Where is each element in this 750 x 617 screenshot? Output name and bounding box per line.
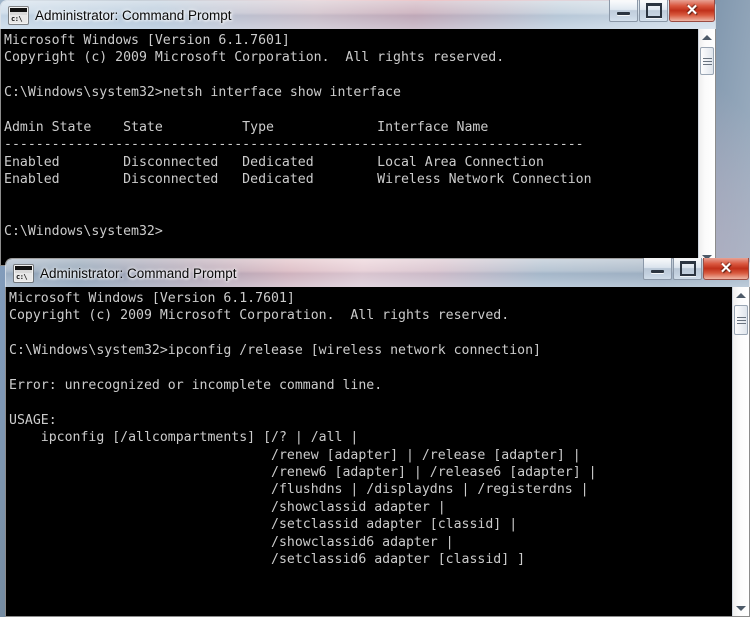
- chevron-up-icon: [736, 292, 746, 298]
- scroll-up-button[interactable]: [733, 287, 749, 303]
- window-titlebar[interactable]: c:\ Administrator: Command Prompt: [5, 258, 750, 287]
- maximize-button[interactable]: [639, 0, 668, 22]
- command-prompt-icon-glyph: c:\: [10, 14, 27, 23]
- chevron-up-icon: [702, 34, 712, 40]
- maximize-icon: [645, 3, 662, 18]
- console-output-area[interactable]: Microsoft Windows [Version 6.1.7601] Cop…: [1, 29, 698, 265]
- command-prompt-icon: c:\: [9, 6, 28, 24]
- minimize-icon: [617, 12, 630, 15]
- caption-buttons[interactable]: ✕: [609, 0, 715, 22]
- close-icon: ✕: [685, 2, 699, 19]
- close-button[interactable]: ✕: [703, 258, 749, 280]
- maximize-button[interactable]: [673, 258, 702, 280]
- scroll-up-button[interactable]: [699, 29, 715, 45]
- command-prompt-window-netsh[interactable]: c:\ Administrator: Command Prompt ✕ Micr…: [0, 0, 716, 266]
- console-text: Microsoft Windows [Version 6.1.7601] Cop…: [9, 291, 597, 568]
- scroll-down-button[interactable]: [733, 600, 749, 616]
- command-prompt-icon: c:\: [14, 264, 33, 282]
- minimize-icon: [651, 270, 664, 273]
- console-text: Microsoft Windows [Version 6.1.7601] Cop…: [4, 33, 592, 240]
- window-client-area: Microsoft Windows [Version 6.1.7601] Cop…: [0, 29, 716, 266]
- scrollbar-thumb[interactable]: [734, 305, 748, 335]
- window-title: Administrator: Command Prompt: [35, 7, 232, 23]
- vertical-scrollbar[interactable]: [698, 29, 715, 265]
- command-prompt-window-ipconfig[interactable]: c:\ Administrator: Command Prompt ✕ Micr…: [5, 258, 750, 617]
- vertical-scrollbar[interactable]: [732, 287, 749, 616]
- close-icon: ✕: [719, 260, 733, 277]
- maximize-icon: [679, 261, 696, 276]
- chevron-down-icon: [736, 605, 746, 611]
- close-button[interactable]: ✕: [669, 0, 715, 22]
- window-client-area: Microsoft Windows [Version 6.1.7601] Cop…: [5, 287, 750, 617]
- caption-buttons[interactable]: ✕: [643, 258, 749, 280]
- minimize-button[interactable]: [609, 0, 638, 22]
- minimize-button[interactable]: [643, 258, 672, 280]
- command-prompt-icon-glyph: c:\: [15, 272, 32, 281]
- console-output-area[interactable]: Microsoft Windows [Version 6.1.7601] Cop…: [6, 287, 732, 616]
- window-title: Administrator: Command Prompt: [40, 265, 237, 281]
- scrollbar-thumb[interactable]: [700, 47, 714, 75]
